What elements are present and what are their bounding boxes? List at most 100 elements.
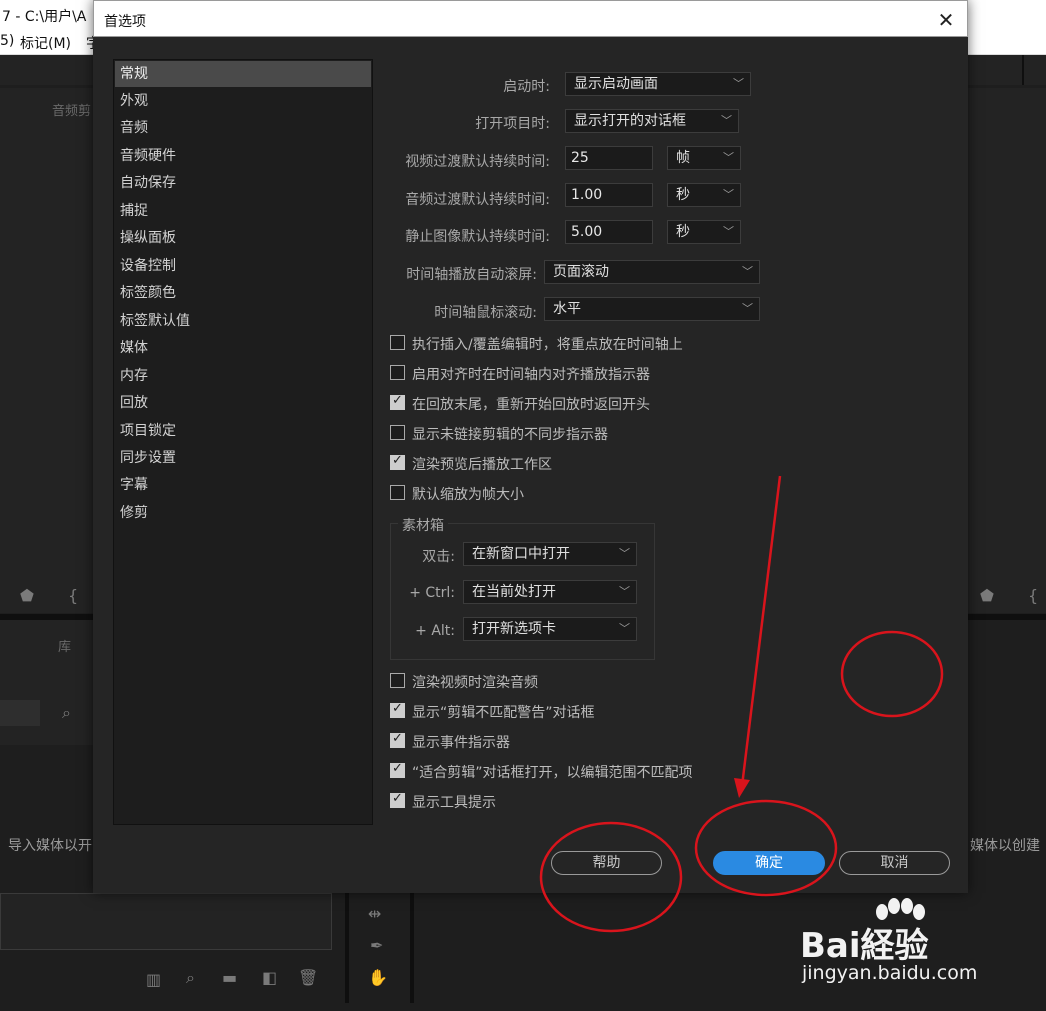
category-item[interactable]: 项目锁定 bbox=[115, 418, 371, 444]
checkbox[interactable] bbox=[390, 365, 405, 380]
hand-tool-icon[interactable]: ✋ bbox=[368, 970, 388, 986]
category-item[interactable]: 媒体 bbox=[115, 335, 371, 361]
menu-item-partial[interactable]: 5) bbox=[0, 33, 14, 49]
chevron-down-icon: ﹀ bbox=[733, 77, 744, 90]
open-project-dropdown[interactable]: 显示打开的对话框 ﹀ bbox=[565, 109, 739, 133]
cancel-button[interactable]: 取消 bbox=[839, 851, 950, 875]
timeline-autoscroll-dropdown[interactable]: 页面滚动 ﹀ bbox=[544, 260, 760, 284]
checkbox[interactable]: ✓ bbox=[390, 701, 405, 718]
audio-transition-label: 音频过渡默认持续时间: bbox=[405, 192, 550, 208]
import-media-hint-left: 导入媒体以开 bbox=[8, 838, 92, 854]
slip-tool-icon[interactable]: ⇹ bbox=[368, 906, 381, 922]
project-panel bbox=[0, 620, 93, 745]
timeline-mouse-label: 时间轴鼠标滚动: bbox=[434, 305, 537, 321]
close-icon[interactable]: ✕ bbox=[932, 7, 960, 33]
check-icon: ✓ bbox=[392, 731, 403, 746]
still-image-input[interactable]: 5.00 bbox=[565, 220, 653, 244]
category-item[interactable]: 标签颜色 bbox=[115, 280, 371, 306]
new-bin-icon[interactable]: ▬ bbox=[222, 970, 237, 986]
app-title: 7 - C:\用户\A bbox=[2, 9, 87, 25]
category-item[interactable]: 音频 bbox=[115, 115, 371, 141]
checkbox-label: 启用对齐时在时间轴内对齐播放指示器 bbox=[412, 367, 650, 383]
chevron-down-icon: ﹀ bbox=[723, 188, 734, 201]
marker-icon-right[interactable]: ⬟ bbox=[980, 588, 994, 604]
in-point-icon[interactable]: { bbox=[68, 588, 78, 604]
new-item-icon[interactable]: ◧ bbox=[262, 970, 277, 986]
checkbox[interactable]: ✓ bbox=[390, 453, 405, 470]
video-transition-input[interactable]: 25 bbox=[565, 146, 653, 170]
category-item[interactable]: 自动保存 bbox=[115, 170, 371, 196]
in-point-icon-right[interactable]: { bbox=[1028, 588, 1038, 604]
category-item[interactable]: 外观 bbox=[115, 88, 371, 114]
alt-label: + Alt: bbox=[415, 623, 455, 639]
timeline-mouse-value: 水平 bbox=[553, 301, 581, 317]
checkbox[interactable] bbox=[390, 335, 405, 350]
dialog-title: 首选项 bbox=[104, 14, 146, 30]
checkbox[interactable]: ✓ bbox=[390, 393, 405, 410]
category-item[interactable]: 捕捉 bbox=[115, 198, 371, 224]
chevron-down-icon: ﹀ bbox=[723, 151, 734, 164]
marker-icon[interactable]: ⬟ bbox=[20, 588, 34, 604]
category-item[interactable]: 字幕 bbox=[115, 472, 371, 498]
double-click-value: 在新窗口中打开 bbox=[472, 546, 570, 562]
chevron-down-icon: ﹀ bbox=[742, 265, 753, 278]
help-button[interactable]: 帮助 bbox=[551, 851, 662, 875]
ok-button[interactable]: 确定 bbox=[713, 851, 825, 875]
checkbox-label: 显示“剪辑不匹配警告”对话框 bbox=[412, 705, 595, 721]
chevron-down-icon: ﹀ bbox=[619, 547, 630, 560]
video-transition-label: 视频过渡默认持续时间: bbox=[405, 154, 550, 170]
ctrl-dropdown[interactable]: 在当前处打开 ﹀ bbox=[463, 580, 637, 604]
checkbox-label: 在回放末尾，重新开始回放时返回开头 bbox=[412, 397, 650, 413]
category-item[interactable]: 音频硬件 bbox=[115, 143, 371, 169]
alt-dropdown[interactable]: 打开新选项卡 ﹀ bbox=[463, 617, 637, 641]
timeline-autoscroll-value: 页面滚动 bbox=[553, 264, 609, 280]
checkbox-label: 渲染视频时渲染音频 bbox=[412, 675, 538, 691]
checkbox[interactable]: ✓ bbox=[390, 791, 405, 808]
still-image-unit-dropdown[interactable]: 秒 ﹀ bbox=[667, 220, 741, 244]
category-item-general[interactable]: 常规 bbox=[115, 61, 371, 87]
ctrl-label: + Ctrl: bbox=[409, 585, 455, 601]
pen-tool-icon[interactable]: ✒ bbox=[370, 938, 383, 954]
trash-icon[interactable]: 🗑 bbox=[298, 970, 318, 986]
audio-transition-unit: 秒 bbox=[676, 187, 690, 203]
category-item[interactable]: 同步设置 bbox=[115, 445, 371, 471]
check-icon: ✓ bbox=[392, 761, 403, 776]
startup-label: 启动时: bbox=[503, 79, 550, 95]
search-filter-icon[interactable]: ⌕ bbox=[62, 705, 71, 721]
still-image-unit: 秒 bbox=[676, 224, 690, 240]
category-item[interactable]: 回放 bbox=[115, 390, 371, 416]
video-transition-unit-dropdown[interactable]: 帧 ﹀ bbox=[667, 146, 741, 170]
find-icon[interactable]: ⌕ bbox=[186, 970, 195, 986]
bins-group-title: 素材箱 bbox=[398, 515, 448, 535]
checkbox[interactable] bbox=[390, 485, 405, 500]
list-view-icon[interactable]: ▥ bbox=[146, 972, 161, 988]
audio-transition-unit-dropdown[interactable]: 秒 ﹀ bbox=[667, 183, 741, 207]
audio-transition-input[interactable]: 1.00 bbox=[565, 183, 653, 207]
source-panel-label: 音频剪 bbox=[52, 104, 92, 119]
baidu-watermark: Bai経验 jingyan.baidu.com bbox=[800, 896, 1000, 996]
preferences-dialog: 首选项 ✕ 常规 外观 音频 音频硬件 自动保存 捕捉 操纵面板 设备控制 标签… bbox=[93, 0, 968, 893]
checkbox-label: 显示未链接剪辑的不同步指示器 bbox=[412, 427, 608, 443]
category-item[interactable]: 修剪 bbox=[115, 500, 371, 526]
startup-dropdown[interactable]: 显示启动画面 ﹀ bbox=[565, 72, 751, 96]
search-field-bg[interactable] bbox=[0, 700, 40, 726]
check-icon: ✓ bbox=[392, 393, 403, 408]
open-project-label: 打开项目时: bbox=[475, 116, 550, 132]
category-item[interactable]: 设备控制 bbox=[115, 253, 371, 279]
checkbox-label: “适合剪辑”对话框打开，以编辑范围不匹配项 bbox=[412, 765, 693, 781]
still-image-label: 静止图像默认持续时间: bbox=[405, 229, 550, 245]
library-tab[interactable]: 库 bbox=[58, 636, 71, 655]
checkbox[interactable] bbox=[390, 425, 405, 440]
checkbox[interactable]: ✓ bbox=[390, 731, 405, 748]
import-media-hint-right: 媒体以创建 bbox=[970, 838, 1040, 854]
checkbox[interactable]: ✓ bbox=[390, 761, 405, 778]
category-item[interactable]: 内存 bbox=[115, 363, 371, 389]
category-list: 常规 外观 音频 音频硬件 自动保存 捕捉 操纵面板 设备控制 标签颜色 标签默… bbox=[113, 59, 373, 825]
double-click-dropdown[interactable]: 在新窗口中打开 ﹀ bbox=[463, 542, 637, 566]
menu-item-marker[interactable]: 标记(M) bbox=[20, 33, 71, 53]
timeline-mouse-dropdown[interactable]: 水平 ﹀ bbox=[544, 297, 760, 321]
checkbox[interactable] bbox=[390, 673, 405, 688]
category-item[interactable]: 标签默认值 bbox=[115, 308, 371, 334]
watermark-logo-text: Bai経验 bbox=[800, 926, 929, 966]
category-item[interactable]: 操纵面板 bbox=[115, 225, 371, 251]
